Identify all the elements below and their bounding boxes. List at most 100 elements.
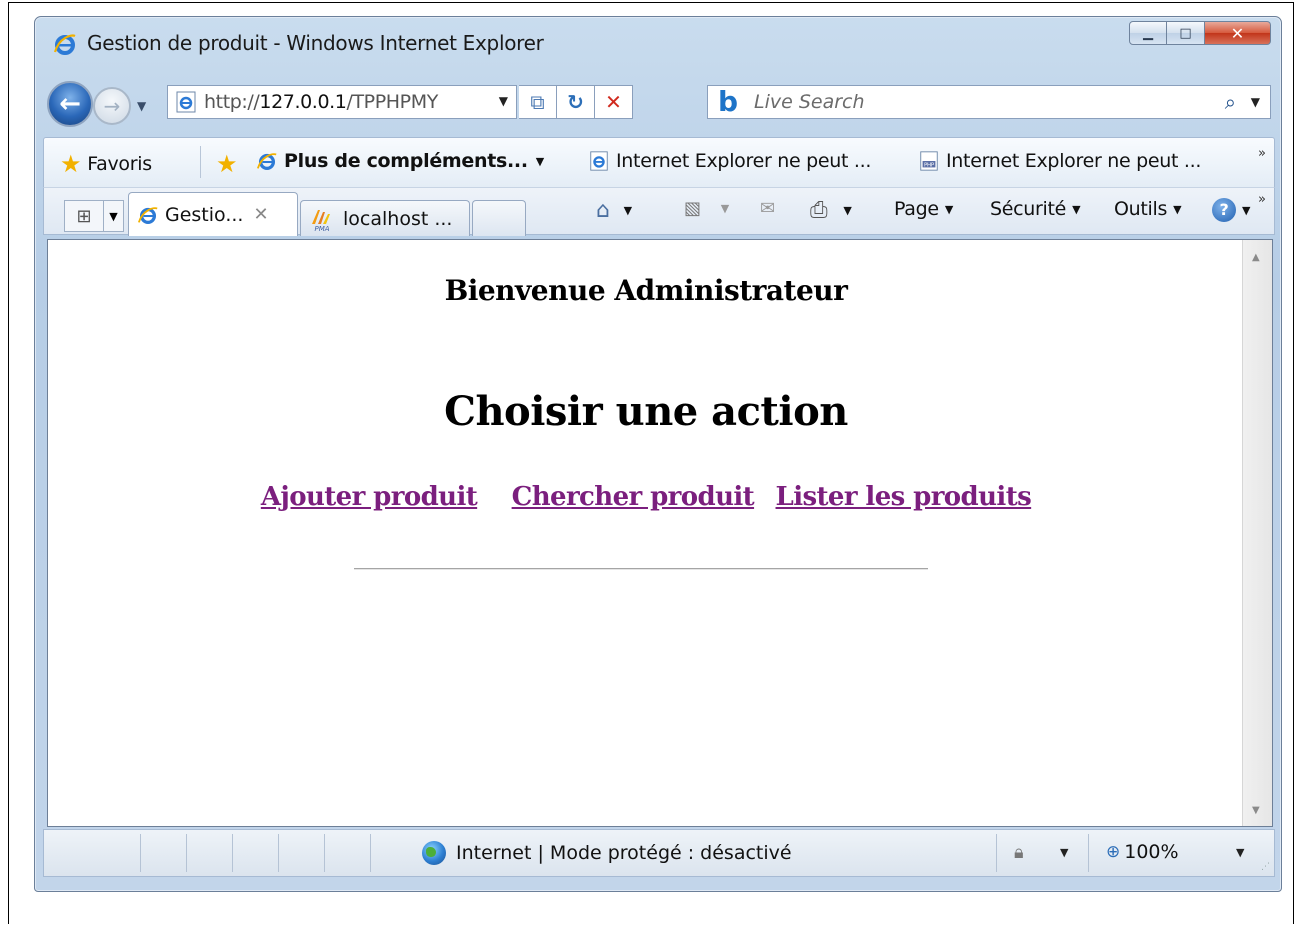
security-menu[interactable]: Sécurité ▼ [990,198,1081,220]
chevron-down-icon: ▼ [944,202,953,216]
chevron-down-icon: ▼ [1072,202,1081,216]
recent-pages-dropdown[interactable]: ▼ [137,99,146,113]
chevron-down-icon: ▼ [843,204,852,217]
scroll-up-icon[interactable]: ▲ [1252,252,1260,263]
chevron-down-icon: ▼ [1173,202,1182,216]
zoom-level-button[interactable]: ⊕ 100% [1106,841,1179,863]
chevron-down-icon[interactable]: ▼ [1060,846,1068,859]
list-products-link[interactable]: Lister les produits [776,482,1032,512]
zoom-level-label: 100% [1124,841,1179,863]
quick-tabs-button[interactable]: ⊞ [64,200,104,232]
ie-logo-icon [256,153,277,170]
maximize-button[interactable]: □ [1167,21,1205,45]
mail-icon: ✉ [760,198,775,219]
favorites-label: Favoris [87,153,152,175]
refresh-button[interactable]: ↻ [557,85,595,119]
status-divider [140,834,141,872]
chevron-down-icon: ▼ [720,202,729,215]
page-content: Bienvenue Administrateur Choisir une act… [47,239,1273,827]
status-divider [370,834,371,872]
tab-command-bar: ⊞ ▼ Gestio... ✕ PMA localhost ... ⌂ ▼ ▧ … [43,187,1275,236]
close-tab-icon[interactable]: ✕ [253,204,268,225]
feeds-button[interactable]: ▧ ▼ [684,198,729,219]
welcome-message: Bienvenue Administrateur [444,274,848,307]
page-menu-label: Page [894,198,939,220]
zoom-dropdown-icon[interactable]: ▼ [1236,846,1244,859]
status-divider [996,834,997,872]
add-product-link[interactable]: Ajouter produit [261,482,478,512]
tab-gestion-label: Gestio... [165,203,244,226]
chevron-down-icon: ▼ [535,154,544,168]
command-overflow-chevron-icon[interactable]: » [1258,192,1266,207]
scroll-down-icon[interactable]: ▼ [1252,805,1260,816]
status-divider [232,834,233,872]
favorite-link-1-label: Internet Explorer ne peut ... [616,150,872,172]
address-bar[interactable]: http://127.0.0.1/TPPHPMY ▼ [167,85,517,119]
phpmyadmin-icon: PMA [312,209,330,232]
tab-localhost[interactable]: PMA localhost ... [300,200,470,236]
favorites-overflow-chevron-icon[interactable]: » [1258,146,1266,161]
status-divider [324,834,325,872]
status-divider [186,834,187,872]
help-icon: ? [1212,198,1236,222]
ie-logo-icon [53,34,76,55]
action-links: Ajouter produit Chercher produit Lister … [48,482,1244,512]
help-button[interactable]: ? ▼ [1212,198,1250,222]
favorites-button[interactable]: ★ Favoris [60,150,152,178]
status-bar: Internet | Mode protégé : désactivé 🔒︎ ▼… [43,829,1275,877]
navigation-bar: ← → ▼ http://127.0.0.1/TPPHPMY ▼ ⧉ ↻ ✕ b… [35,77,1281,131]
ie-logo-icon [137,206,158,224]
minimize-button[interactable]: ▁ [1129,21,1167,45]
page-menu[interactable]: Page ▼ [894,198,953,220]
search-box[interactable]: b Live Search ⌕ ▼ [707,85,1271,119]
tab-list-dropdown[interactable]: ▼ [104,200,124,232]
browser-window: Gestion de produit - Windows Internet Ex… [34,16,1282,892]
globe-icon [422,841,446,865]
search-placeholder: Live Search [754,91,865,113]
address-text[interactable]: http://127.0.0.1/TPPHPMY [204,91,472,113]
live-search-icon: b [718,85,739,118]
security-menu-label: Sécurité [990,198,1067,220]
forward-button[interactable]: → [93,87,131,125]
add-favorite-star-icon: ★ [216,150,238,178]
add-to-favorites-bar-button[interactable]: ★ [216,150,247,178]
home-icon: ⌂ [596,198,610,223]
compatibility-view-button[interactable]: ⧉ [519,85,557,119]
search-options-dropdown[interactable]: ▼ [1251,95,1260,109]
security-zone-status[interactable]: Internet | Mode protégé : désactivé [422,841,792,865]
tab-gestion[interactable]: Gestio... ✕ [128,192,298,236]
more-addons-link[interactable]: Plus de compléments... ▼ [256,150,544,172]
chevron-down-icon: ▼ [623,204,632,217]
close-button[interactable]: ✕ [1205,21,1271,45]
search-product-link[interactable]: Chercher produit [512,482,755,512]
resize-grip-icon[interactable]: ⋰ [1261,862,1270,872]
new-tab-button[interactable] [472,200,526,236]
star-icon: ★ [60,150,82,178]
window-controls: ▁ □ ✕ [1129,21,1271,45]
svg-text:PMA: PMA [314,225,329,232]
php-page-icon: PHP [920,151,938,171]
ie-page-icon [590,151,608,171]
print-button[interactable]: ⎙ ▼ [810,198,852,223]
address-dropdown-icon[interactable]: ▼ [499,94,508,108]
status-divider [278,834,279,872]
more-addons-label: Plus de compléments... [284,150,528,172]
read-mail-button[interactable]: ✉ [760,198,775,219]
favorite-link-2[interactable]: PHP Internet Explorer ne peut ... [918,150,1201,172]
favorite-link-1[interactable]: Internet Explorer ne peut ... [588,150,871,172]
zoom-icon: ⊕ [1106,842,1121,862]
back-button[interactable]: ← [47,81,93,127]
home-button[interactable]: ⌂ ▼ [596,198,632,223]
svg-text:PHP: PHP [924,163,935,169]
page-title: Choisir une action [444,388,848,435]
tab-localhost-label: localhost ... [343,207,453,230]
rss-feed-icon: ▧ [684,198,701,219]
lock-globe-icon[interactable]: 🔒︎ [1014,842,1024,863]
search-icon[interactable]: ⌕ [1225,90,1236,114]
tools-menu[interactable]: Outils ▼ [1114,198,1182,220]
vertical-scrollbar[interactable]: ▲ ▼ [1242,240,1272,826]
address-tools: ⧉ ↻ ✕ [519,85,633,119]
title-bar: Gestion de produit - Windows Internet Ex… [35,17,1281,73]
stop-button[interactable]: ✕ [595,85,633,119]
printer-icon: ⎙ [810,198,828,223]
